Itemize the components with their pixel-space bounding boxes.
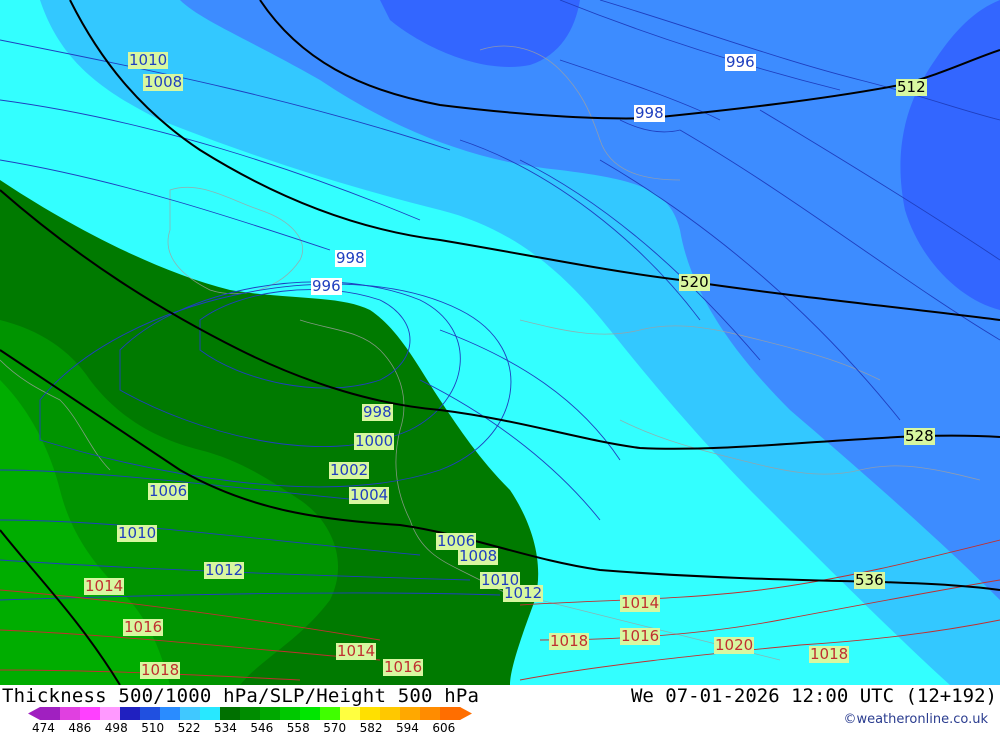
height-label: 512 [896,78,927,96]
legend-arrow-right [460,707,472,720]
legend-swatch [420,707,441,720]
isobar-label: 998 [335,249,366,267]
legend-swatch [440,707,461,720]
legend-swatch [380,707,401,720]
legend-swatch [200,707,221,720]
isobar-label: 1016 [620,627,661,645]
valid-datetime: We 07-01-2026 12:00 UTC (12+192) [630,685,997,707]
legend-swatch [40,707,61,720]
legend-tick-label: 594 [396,721,419,733]
isobar-label: 1002 [329,461,370,479]
legend-tick-label: 498 [105,721,128,733]
legend-swatch [180,707,201,720]
isobar-label: 998 [362,403,393,421]
isobar-label: 1008 [458,547,499,565]
isobar-label: 1010 [128,51,169,69]
legend-arrow-left [28,707,40,720]
legend-tick-label: 534 [214,721,237,733]
legend-tick-label: 582 [360,721,383,733]
legend-tick-label: 606 [432,721,455,733]
isobar-label: 1016 [383,658,424,676]
legend-swatch [280,707,301,720]
legend-tick-label: 486 [68,721,91,733]
legend-scale: 474 486 498 510 522 534 546 558 570 582 594 606 [28,707,472,733]
legend-swatch [220,707,241,720]
isobar-label: 998 [634,104,665,122]
legend-swatch [340,707,361,720]
chart-title: Thickness 500/1000 hPa/SLP/Height 500 hP… [2,685,480,707]
isobar-label: 1010 [117,524,158,542]
isobar-label: 1018 [809,645,850,663]
isobar-label: 1016 [123,618,164,636]
isobar-label: 1012 [503,584,544,602]
legend-swatch [260,707,281,720]
isobar-label: 1018 [140,661,181,679]
legend-tick-label: 558 [287,721,310,733]
legend-swatch [80,707,101,720]
legend-swatch [60,707,81,720]
isobar-label: 1020 [714,636,755,654]
isobar-label: 996 [311,277,342,295]
height-label: 528 [904,427,935,445]
height-label: 536 [854,571,885,589]
legend-tick-label: 522 [178,721,201,733]
color-legend: 474 486 498 510 522 534 546 558 570 582 594 606 [28,707,508,733]
isobar-label: 1000 [354,432,395,450]
legend-swatch [320,707,341,720]
legend-swatch [120,707,141,720]
legend-tick-label: 546 [250,721,273,733]
legend-swatch [160,707,181,720]
legend-swatch [400,707,421,720]
isobar-label: 1006 [148,482,189,500]
isobar-label: 1014 [620,594,661,612]
legend-swatch [300,707,321,720]
legend-swatch [140,707,161,720]
isobar-label: 1008 [143,73,184,91]
isobar-label: 1014 [84,577,125,595]
legend-tick-label: 474 [32,721,55,733]
legend-swatch [100,707,121,720]
legend-tick-label: 510 [141,721,164,733]
weather-map: 512 520 528 536 1010 1008 996 998 998 99… [0,0,1000,685]
height-label: 520 [679,273,710,291]
legend-swatch [240,707,261,720]
isobar-label: 996 [725,53,756,71]
isobar-label: 1004 [349,486,390,504]
isobar-label: 1018 [549,632,590,650]
isobar-label: 1012 [204,561,245,579]
credit-link[interactable]: ©weatheronline.co.uk [843,712,988,727]
legend-tick-label: 570 [323,721,346,733]
footer: Thickness 500/1000 hPa/SLP/Height 500 hP… [0,685,1000,733]
isobar-label: 1014 [336,642,377,660]
legend-swatch [360,707,381,720]
